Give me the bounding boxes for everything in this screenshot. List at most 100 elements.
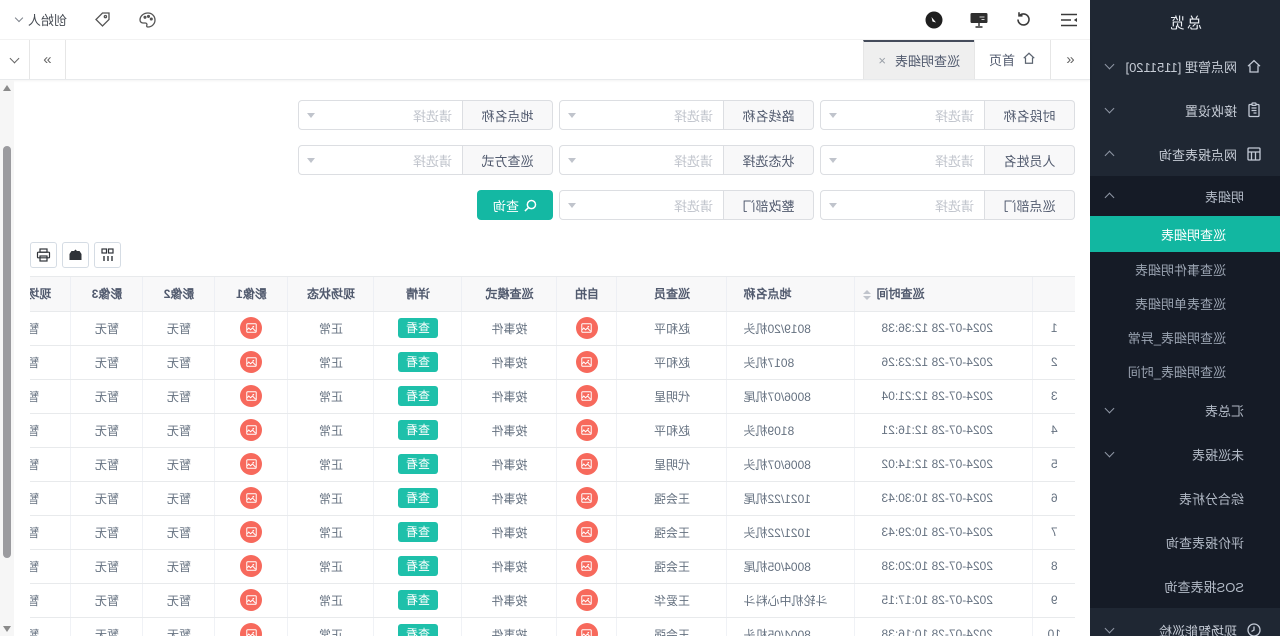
filter-select-input[interactable]: 请选择 [820,190,985,220]
cell-image2: 暂无 [143,447,215,481]
scroll-up-arrow-icon[interactable] [3,85,11,91]
tab-patrol-detail[interactable]: 巡查明细表 × [863,40,974,79]
export-icon[interactable] [62,242,89,268]
image-icon[interactable] [576,623,598,636]
scrollbar-thumb[interactable] [3,146,11,558]
image-icon[interactable] [576,385,598,407]
image-icon[interactable] [241,521,263,543]
sidebar-item-receive-settings[interactable]: 接收设置 [1090,88,1280,132]
view-button[interactable]: 查看 [398,590,438,610]
cell-patrol-mode: 按事件 [462,345,557,379]
user-name: 创始人 [28,10,67,29]
filter-select-input[interactable]: 请选择 [559,190,724,220]
sidebar-item-summary-tables[interactable]: 汇总表 [1090,388,1280,432]
image-icon[interactable] [576,351,598,373]
print-icon[interactable] [30,242,57,268]
palette-icon[interactable] [137,9,159,31]
view-button[interactable]: 查看 [398,352,438,372]
filter-field: 人员姓名 请选择 [820,145,1075,175]
image-icon[interactable] [241,487,263,509]
fold-sidebar-icon[interactable] [1058,9,1080,31]
image-icon[interactable] [576,317,598,339]
view-button[interactable]: 查看 [398,488,438,508]
moon-icon[interactable] [923,9,945,31]
sort-icon[interactable] [864,290,872,300]
view-button[interactable]: 查看 [398,386,438,406]
sidebar-item-patrol-form-detail[interactable]: 巡查表单明细表 [1090,286,1280,320]
view-button[interactable]: 查看 [398,556,438,576]
image-icon[interactable] [241,453,263,475]
cell-location: 8017机头 [727,345,855,379]
filter-select-input[interactable]: 请选择 [559,100,724,130]
image-icon[interactable] [241,623,263,636]
image-icon[interactable] [576,453,598,475]
sidebar-item-report-query[interactable]: 网点报表查询 [1090,132,1280,176]
columns-icon[interactable] [94,242,121,268]
tab-label: 巡查明细表 [895,51,960,70]
col-patrol-time-sortable[interactable]: 巡查时间 [855,277,1033,311]
cell-location: 1021/22机头 [727,515,855,549]
tab-home[interactable]: 首页 [974,40,1050,79]
filter-label: 时段名称 [985,100,1075,130]
image-icon[interactable] [576,555,598,577]
tab-spacer [66,40,863,79]
sidebar-item-label: 未巡报表 [1192,445,1244,464]
cell-index: 1 [1033,311,1075,345]
cell-selfie [557,413,617,447]
refresh-icon[interactable] [1013,9,1035,31]
scroll-down-arrow-icon[interactable] [3,626,11,632]
cell-image2: 暂无 [143,481,215,515]
view-button[interactable]: 查看 [398,420,438,440]
user-menu[interactable]: 创始人 [16,10,67,29]
close-icon[interactable]: × [878,53,886,68]
sidebar-item-site-management[interactable]: 网点管理 [1151120] [1090,44,1280,88]
select-placeholder: 请选择 [837,196,974,215]
image-icon[interactable] [576,419,598,441]
cell-patrol-time: 2024-07-28 10:29:43 [855,515,1033,549]
sidebar-item-evaluation-report-query[interactable]: 评价报表查询 [1090,520,1280,564]
sidebar-item-patrol-detail-active[interactable]: 巡查明细表 [1090,216,1280,252]
image-icon[interactable] [241,555,263,577]
sidebar-item-comprehensive-analysis[interactable]: 综合分析表 [1090,476,1280,520]
view-button[interactable]: 查看 [398,522,438,542]
filter-select-input[interactable]: 请选择 [820,145,985,175]
image-icon[interactable] [241,589,263,611]
col-inspector: 巡查员 [617,277,727,311]
filter-select-input[interactable]: 请选择 [298,100,463,130]
tag-icon[interactable] [91,9,113,31]
chevron-up-icon [1105,151,1115,161]
sidebar-item-unpatrolled-reports[interactable]: 未巡报表 [1090,432,1280,476]
image-icon[interactable] [241,351,263,373]
tabs-menu-button[interactable] [0,40,30,79]
sidebar-item-sos-report-query[interactable]: SOS报表查询 [1090,564,1280,608]
sidebar-item-smart-onsite-patrol[interactable]: 现场智能巡检 [1090,608,1280,636]
filter-select-input[interactable]: 请选择 [298,145,463,175]
screen-board-icon[interactable] [968,9,990,31]
sidebar-item-patrol-detail-abnormal[interactable]: 巡查明细表_异常 [1090,320,1280,354]
cell-inspector: 赵和平 [617,311,727,345]
filter-label: 巡查方式 [463,145,553,175]
tabs-scroll-left-button[interactable]: « [1050,40,1090,79]
image-icon[interactable] [241,385,263,407]
image-icon[interactable] [241,317,263,339]
image-icon[interactable] [576,487,598,509]
select-placeholder: 请选择 [315,151,452,170]
cell-site-status: 正常 [288,345,374,379]
view-button[interactable]: 查看 [398,624,438,636]
image-icon[interactable] [576,589,598,611]
view-button[interactable]: 查看 [398,454,438,474]
filter-select-input[interactable]: 请选择 [820,100,985,130]
vertical-scrollbar[interactable] [0,80,14,636]
image-icon[interactable] [241,419,263,441]
cell-index: 10 [1033,617,1075,636]
sidebar-item-patrol-detail-time[interactable]: 巡查明细表_时间 [1090,354,1280,388]
cell-site-sign: 暂无 [30,481,71,515]
sidebar-item-patrol-event-detail[interactable]: 巡查事件明细表 [1090,252,1280,286]
sidebar-item-detail-tables[interactable]: 明细表 [1090,176,1280,216]
search-button[interactable]: 查询 [477,190,553,220]
image-icon[interactable] [576,521,598,543]
cell-image1 [215,345,288,379]
tabs-scroll-right-button[interactable]: » [30,40,66,79]
filter-select-input[interactable]: 请选择 [559,145,724,175]
view-button[interactable]: 查看 [398,318,438,338]
